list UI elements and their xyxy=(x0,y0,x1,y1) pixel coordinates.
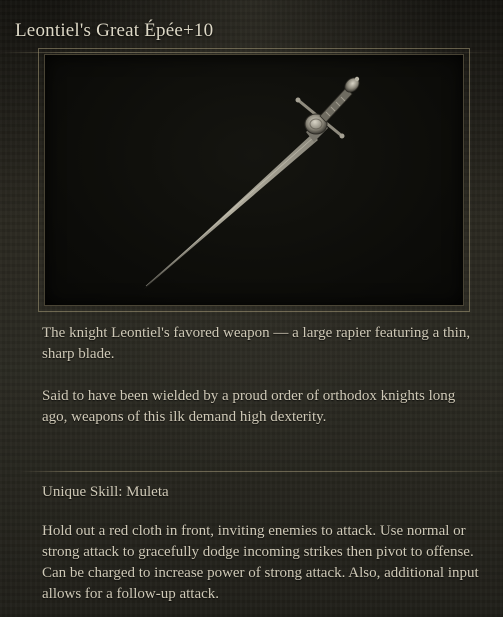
item-description-paragraph-1: The knight Leontiel's favored weapon — a… xyxy=(42,323,482,365)
great-epee-weapon-icon xyxy=(144,76,360,289)
description-text-2: Said to have been wielded by a proud ord… xyxy=(42,388,456,425)
skill-description: Hold out a red cloth in front, inviting … xyxy=(42,523,479,602)
item-title: Leontiel's Great Épée+10 xyxy=(15,20,214,41)
skill-name: Unique Skill: Muleta xyxy=(42,484,169,500)
item-description-paragraph-2: Said to have been wielded by a proud ord… xyxy=(42,386,482,428)
description-text-1: The knight Leontiel's favored weapon — a… xyxy=(42,325,471,362)
skill-divider xyxy=(20,471,503,472)
